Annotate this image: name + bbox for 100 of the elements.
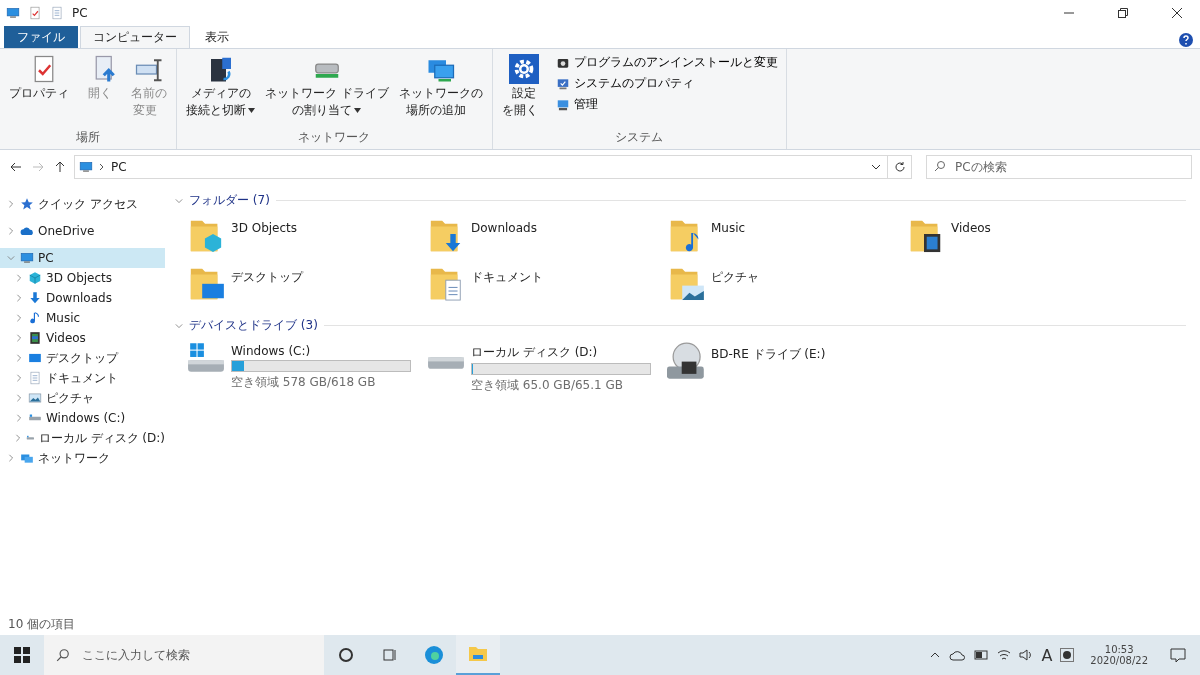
wifi-icon[interactable] [997,648,1012,662]
windows-logo-icon [14,647,30,663]
ribbon-button[interactable]: メディアの 接続と切断 [183,52,258,120]
dropdown-icon [871,162,881,172]
optical-drive-icon [667,342,705,380]
chevron-icon [15,314,23,322]
cube-icon [28,271,42,285]
ribbon-tab[interactable]: コンピューター [80,26,190,48]
group-label: システム [614,129,665,146]
ribbon-button[interactable]: プロパティ [6,52,81,103]
drive-item[interactable]: Windows (C:) 空き領域 578 GB/618 GB [187,340,427,388]
chevron-icon [15,294,23,302]
taskbar-search-field[interactable]: ここに入力して検索 [44,635,324,675]
ribbon-button[interactable]: 設定 を開く [498,52,550,120]
chevron-icon [7,200,15,208]
chevron-icon [15,374,23,382]
star-icon [20,197,34,211]
nav-item[interactable]: Windows (C:) [0,408,165,428]
folder-item[interactable]: Music [667,215,907,263]
nav-item[interactable]: ローカル ディスク (D:) [0,428,165,448]
section-header[interactable]: デバイスとドライブ (3) [175,315,1186,336]
ribbon-tab[interactable]: ファイル [4,26,78,48]
chevron-icon [15,334,23,342]
address-bar[interactable]: PC [74,155,912,179]
folder-item[interactable]: デスクトップ [187,263,427,311]
up-arrow-icon [54,161,66,173]
folder-item[interactable]: ピクチャ [667,263,907,311]
battery-icon[interactable] [973,649,990,661]
ribbon-button[interactable]: ネットワーク ドライブ の割り当て [262,52,392,120]
nav-item[interactable]: 3D Objects [0,268,165,288]
browser-icon [424,645,444,665]
nav-item[interactable]: OneDrive [0,221,165,241]
folder-item[interactable]: ドキュメント [427,263,667,311]
chevron-icon [14,434,22,442]
ime-icon[interactable] [1060,648,1075,662]
ribbon-button[interactable]: 管理 [553,95,780,114]
input-mode-indicator[interactable]: A [1041,645,1053,665]
document-icon [50,6,64,20]
left-arrow-icon [10,161,22,173]
chevron-icon [15,354,23,362]
ribbon-button[interactable]: ネットワークの 場所の追加 [395,52,486,120]
document-icon [28,371,42,385]
refresh-icon [893,161,906,173]
gear-icon [509,54,540,84]
chevron-icon [15,394,23,402]
nav-item[interactable]: Downloads [0,288,165,308]
circle-icon [338,647,354,663]
chevron-icon [7,454,15,462]
nav-item[interactable]: Music [0,308,165,328]
search-field[interactable]: PCの検索 [926,155,1192,179]
nav-item[interactable]: クイック アクセス [0,194,165,214]
chevron-icon [15,274,23,282]
section-header[interactable]: フォルダー (7) [175,190,1186,211]
speaker-icon[interactable] [1019,648,1034,662]
folder-item[interactable]: Downloads [427,215,667,263]
restore-icon [1118,8,1128,18]
nav-item[interactable]: ドキュメント [0,368,165,388]
search-icon [934,160,946,172]
clock[interactable]: 10:53 2020/08/22 [1082,644,1156,666]
ribbon-tab[interactable]: 表示 [192,26,242,48]
right-arrow-icon [32,161,44,173]
download-arrow-icon [28,291,42,305]
chevron-icon [15,414,23,422]
nav-item[interactable]: ネットワーク [0,448,165,468]
cloud-icon[interactable] [949,648,966,662]
ribbon-button[interactable]: システムのプロパティ [553,74,780,93]
drive-item[interactable]: BD-RE ドライブ (E:) [667,340,907,388]
folder-icon [468,644,488,664]
close-icon [1172,8,1182,18]
chevron-icon [99,163,105,171]
chevron-icon [7,227,15,235]
screen-icon [28,351,42,365]
cloud-icon [20,224,34,238]
nav-item[interactable]: PC [0,248,165,268]
nav-item[interactable]: デスクトップ [0,348,165,368]
nav-item[interactable]: ピクチャ [0,388,165,408]
monitor-icon [79,160,93,174]
windows-drive-icon [187,342,225,373]
folder-item[interactable]: 3D Objects [187,215,427,263]
chevron-icon [7,254,15,262]
speech-bubble-icon [1170,647,1186,663]
file-explorer-button[interactable] [456,635,500,675]
computer-check-icon [555,76,570,91]
search-icon [56,648,70,662]
group-label: ネットワーク [297,129,372,146]
music-note-icon [28,311,42,325]
help-icon[interactable] [1178,32,1194,48]
ribbon-button[interactable]: プログラムのアンインストールと変更 [553,53,780,72]
folder-item[interactable]: Videos [907,215,1147,263]
task-view-icon [382,647,398,663]
chevron-icon [175,196,183,205]
hard-drive-icon [427,356,465,370]
landscape-picture-icon [28,391,42,405]
group-label: 場所 [75,129,101,146]
computer-tools-icon [555,97,570,112]
nav-item[interactable]: Videos [0,328,165,348]
window-title: PC [72,6,88,20]
checkmark-sheet-icon [28,6,42,20]
film-strip-icon [28,331,42,345]
item-count: 10 個の項目 [8,615,76,633]
